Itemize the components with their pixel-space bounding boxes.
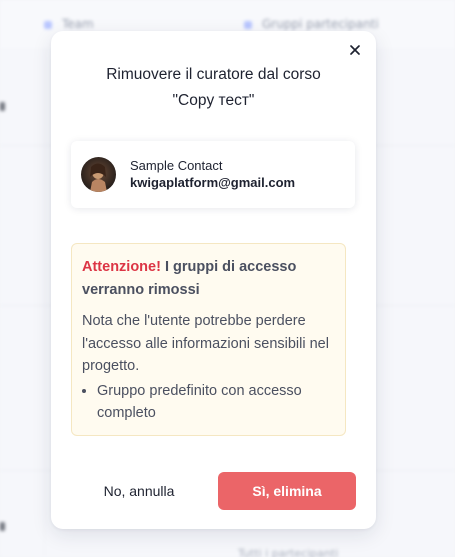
tab-icon <box>244 20 252 29</box>
close-button[interactable] <box>348 43 362 57</box>
background-tab-groups: Gruppi partecipanti <box>244 17 379 31</box>
remove-curator-dialog: Rimuovere il curatore dal corso "Copy те… <box>51 31 376 529</box>
background-text: Tutti i partecipanti <box>238 547 339 557</box>
warning-heading: Attenzione! I gruppi di accesso verranno… <box>82 256 335 301</box>
dialog-title-course: "Copy тест" <box>172 92 255 109</box>
background-tab-team: Team <box>44 17 94 31</box>
background-marker <box>0 522 5 531</box>
contact-email: kwigaplatform@gmail.com <box>130 175 296 190</box>
confirm-delete-button[interactable]: Sì, elimina <box>218 472 356 510</box>
background-tab-label: Gruppi partecipanti <box>262 17 379 31</box>
cancel-button[interactable]: No, annulla <box>81 472 197 510</box>
contact-card: Sample Contact kwigaplatform@gmail.com <box>71 141 355 208</box>
warning-text: Nota che l'utente potrebbe perdere l'acc… <box>82 313 329 374</box>
background-marker <box>0 102 5 111</box>
background-tab-label: Team <box>62 17 94 31</box>
avatar <box>81 157 116 192</box>
dialog-title-line: Rimuovere il curatore dal corso <box>106 66 321 83</box>
avatar-image <box>81 157 116 192</box>
contact-name: Sample Contact <box>130 158 223 173</box>
background-divider <box>44 48 45 557</box>
list-item: Gruppo predefinito con accesso completo <box>97 380 335 425</box>
tab-icon <box>44 20 52 29</box>
warning-box: Attenzione! I gruppi di accesso verranno… <box>71 243 346 436</box>
group-list: Gruppo predefinito con accesso completo <box>82 380 335 425</box>
close-icon <box>350 45 360 55</box>
dialog-title: Rimuovere il curatore dal corso "Copy те… <box>81 62 346 114</box>
warning-label: Attenzione! <box>82 259 161 275</box>
